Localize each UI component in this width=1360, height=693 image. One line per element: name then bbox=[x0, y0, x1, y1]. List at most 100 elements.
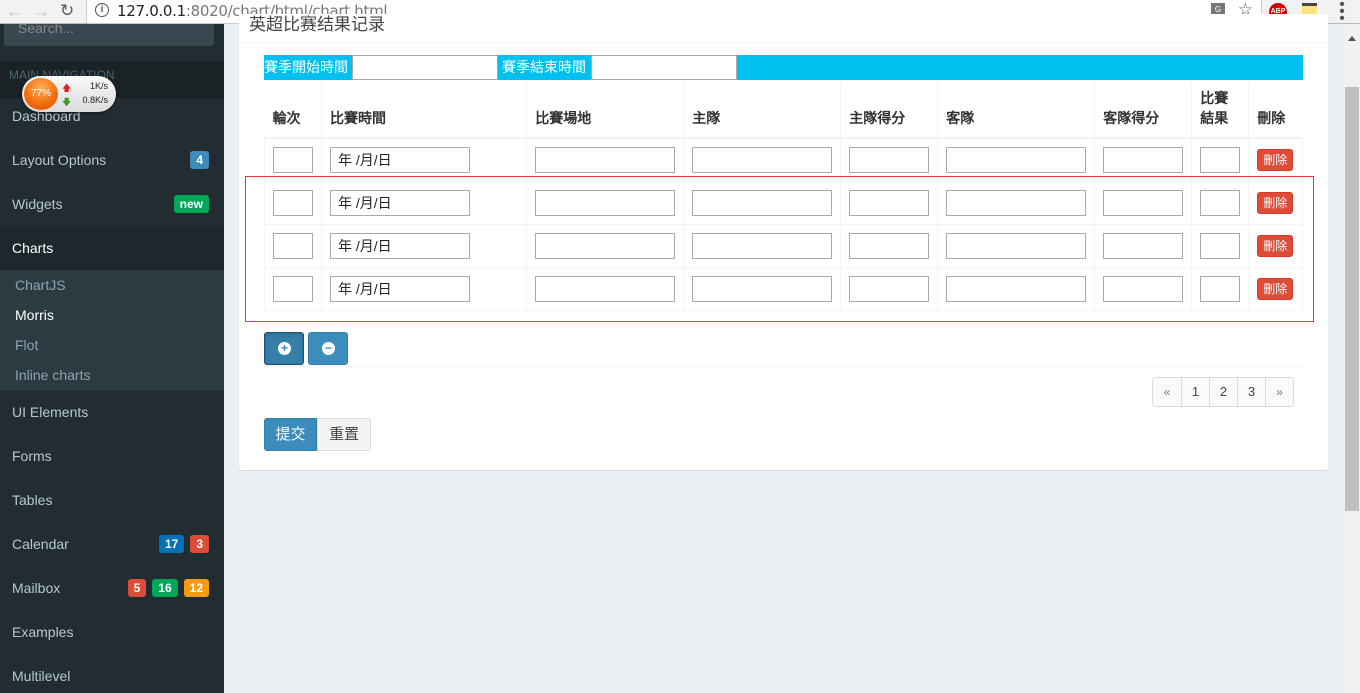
away-score-input[interactable] bbox=[1103, 189, 1184, 216]
delete-row-button[interactable]: 刪除 bbox=[1257, 191, 1294, 214]
date-input[interactable]: 年 /月/日 bbox=[330, 275, 470, 302]
page-prev[interactable]: « bbox=[1153, 378, 1181, 406]
round-input[interactable] bbox=[273, 232, 313, 259]
sidebar-item-widgets[interactable]: Widgets new bbox=[0, 182, 224, 226]
table-row: 年 /月/日 刪除 bbox=[264, 137, 1303, 182]
sidebar-item-label: Widgets bbox=[12, 196, 63, 212]
season-end-input[interactable] bbox=[591, 55, 737, 80]
box-title: 英超比赛结果记录 bbox=[249, 15, 385, 34]
date-input[interactable]: 年 /月/日 bbox=[330, 232, 470, 259]
table-cell bbox=[526, 266, 685, 311]
col-match-time: 比賽時間 bbox=[320, 81, 527, 139]
away-team-input[interactable] bbox=[946, 232, 1087, 259]
page-scrollbar[interactable] bbox=[1344, 24, 1360, 693]
page-next[interactable]: » bbox=[1265, 378, 1293, 406]
table-cell bbox=[1191, 137, 1250, 182]
table-cell: 年 /月/日 bbox=[320, 137, 528, 182]
away-score-input[interactable] bbox=[1103, 146, 1184, 173]
sidebar-item-tables[interactable]: Tables bbox=[0, 478, 224, 522]
venue-input[interactable] bbox=[535, 146, 676, 173]
away-team-input[interactable] bbox=[946, 189, 1087, 216]
submenu-item-morris[interactable]: Morris bbox=[0, 300, 224, 330]
add-row-button[interactable]: + bbox=[264, 332, 304, 365]
delete-row-button[interactable]: 刪除 bbox=[1257, 148, 1294, 171]
venue-input[interactable] bbox=[535, 189, 676, 216]
forward-icon[interactable]: → bbox=[32, 1, 50, 21]
round-input[interactable] bbox=[273, 275, 313, 302]
scroll-up-arrow-icon[interactable] bbox=[1348, 36, 1356, 41]
table-cell: 年 /月/日 bbox=[320, 266, 528, 311]
round-input[interactable] bbox=[273, 146, 313, 173]
content-wrapper: 英超比赛结果记录 賽季開始時間 賽季結束時間 輪次 比賽時間 比賽場地 主隊 主… bbox=[224, 14, 1344, 693]
plus-circle-icon: + bbox=[278, 342, 291, 355]
network-speed-widget[interactable]: 77% 🡅 1K/s 🡇 0.8K/s bbox=[22, 76, 116, 112]
venue-input[interactable] bbox=[535, 275, 676, 302]
venue-input[interactable] bbox=[535, 232, 676, 259]
badge: 3 bbox=[190, 535, 209, 553]
table-cell bbox=[1094, 180, 1193, 225]
away-team-input[interactable] bbox=[946, 275, 1087, 302]
sidebar-search-input[interactable]: Search... bbox=[4, 24, 214, 46]
site-info-icon[interactable]: i bbox=[95, 3, 109, 17]
page-1[interactable]: 1 bbox=[1181, 378, 1209, 406]
home-score-input[interactable] bbox=[849, 146, 930, 173]
sidebar: Search... MAIN NAVIGATION Dashboard Layo… bbox=[0, 24, 224, 693]
sidebar-item-forms[interactable]: Forms bbox=[0, 434, 224, 478]
away-team-input[interactable] bbox=[946, 146, 1087, 173]
menu-icon[interactable]: • • • bbox=[1338, 0, 1346, 27]
sidebar-item-charts[interactable]: Charts bbox=[0, 226, 224, 270]
round-input[interactable] bbox=[273, 189, 313, 216]
date-input[interactable]: 年 /月/日 bbox=[330, 189, 470, 216]
submenu-item-inline-charts[interactable]: Inline charts bbox=[0, 360, 224, 390]
remove-row-button[interactable]: − bbox=[308, 332, 348, 365]
home-team-input[interactable] bbox=[692, 146, 833, 173]
reset-button[interactable]: 重置 bbox=[317, 418, 371, 451]
sidebar-item-ui-elements[interactable]: UI Elements bbox=[0, 390, 224, 434]
season-end-label: 賽季結束時間 bbox=[502, 59, 586, 75]
sidebar-item-multilevel[interactable]: Multilevel bbox=[0, 654, 224, 693]
sidebar-item-mailbox[interactable]: Mailbox 5 16 12 bbox=[0, 566, 224, 610]
scroll-thumb[interactable] bbox=[1345, 87, 1359, 511]
submenu-item-flot[interactable]: Flot bbox=[0, 330, 224, 360]
result-input[interactable] bbox=[1200, 275, 1241, 302]
sidebar-item-layout-options[interactable]: Layout Options 4 bbox=[0, 138, 224, 182]
delete-row-button[interactable]: 刪除 bbox=[1257, 277, 1294, 300]
result-input[interactable] bbox=[1200, 232, 1241, 259]
sidebar-item-examples[interactable]: Examples bbox=[0, 610, 224, 654]
home-team-input[interactable] bbox=[692, 275, 833, 302]
sidebar-item-label: Layout Options bbox=[12, 152, 107, 168]
delete-row-button[interactable]: 刪除 bbox=[1257, 234, 1294, 257]
submit-button[interactable]: 提交 bbox=[264, 418, 317, 451]
result-input[interactable] bbox=[1200, 189, 1241, 216]
minus-circle-icon: − bbox=[322, 342, 335, 355]
home-score-input[interactable] bbox=[849, 232, 930, 259]
sidebar-item-calendar[interactable]: Calendar 17 3 bbox=[0, 522, 224, 566]
table-cell: 刪除 bbox=[1248, 266, 1303, 311]
reload-icon[interactable]: ↻ bbox=[60, 1, 74, 21]
season-bar: 賽季開始時間 賽季結束時間 bbox=[264, 55, 1303, 80]
table-cell bbox=[937, 180, 1096, 225]
divider bbox=[264, 366, 1303, 367]
home-team-input[interactable] bbox=[692, 232, 833, 259]
home-score-input[interactable] bbox=[849, 275, 930, 302]
home-team-input[interactable] bbox=[692, 189, 833, 216]
sidebar-item-label: Multilevel bbox=[12, 668, 71, 684]
submenu-item-chartjs[interactable]: ChartJS bbox=[0, 270, 224, 300]
season-start-input[interactable] bbox=[352, 55, 498, 80]
page-3[interactable]: 3 bbox=[1237, 378, 1265, 406]
table-cell bbox=[264, 137, 322, 182]
col-venue: 比賽場地 bbox=[526, 81, 684, 139]
page-2[interactable]: 2 bbox=[1209, 378, 1237, 406]
away-score-input[interactable] bbox=[1103, 232, 1184, 259]
table-cell bbox=[1191, 180, 1250, 225]
table-row: 年 /月/日 刪除 bbox=[264, 180, 1303, 225]
table-cell bbox=[264, 223, 322, 268]
table-cell: 刪除 bbox=[1248, 223, 1303, 268]
back-icon[interactable]: ← bbox=[6, 1, 24, 21]
away-score-input[interactable] bbox=[1103, 275, 1184, 302]
table-cell bbox=[526, 137, 685, 182]
date-input[interactable]: 年 /月/日 bbox=[330, 146, 470, 173]
home-score-input[interactable] bbox=[849, 189, 930, 216]
result-input[interactable] bbox=[1200, 146, 1241, 173]
table-cell bbox=[1191, 223, 1250, 268]
